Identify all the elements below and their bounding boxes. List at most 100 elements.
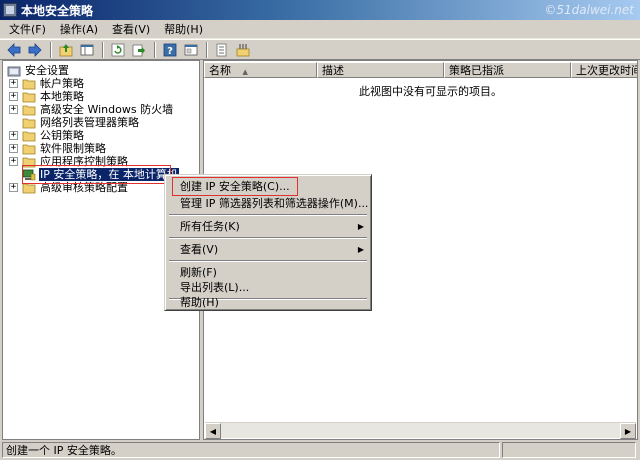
export-list-button[interactable]	[129, 41, 149, 59]
folder-icon	[22, 183, 36, 193]
up-folder-icon	[59, 43, 73, 56]
assign-policy-button[interactable]	[233, 41, 253, 59]
status-cell-empty	[502, 442, 636, 458]
scroll-left-icon[interactable]: ◀	[205, 423, 221, 439]
svg-text:?: ?	[167, 46, 173, 57]
status-text: 创建一个 IP 安全策略。	[2, 442, 500, 458]
expand-toggle[interactable]: +	[9, 79, 18, 88]
tree-item-local-policies[interactable]: + 本地策略	[9, 90, 85, 103]
column-header-last-modified[interactable]: 上次更改时间	[571, 62, 638, 78]
tree-item-advanced-firewall[interactable]: + 高级安全 Windows 防火墙	[9, 103, 174, 116]
ip-security-computer-icon	[22, 169, 36, 180]
horizontal-scrollbar[interactable]: ◀ ▶	[205, 422, 636, 439]
menu-item-label: 创建 IP 安全策略(C)...	[180, 180, 290, 193]
back-arrow-icon	[7, 42, 21, 57]
column-header-assigned[interactable]: 策略已指派	[444, 62, 571, 78]
tree-item-ip-security-policies[interactable]: IP 安全策略，在 本地计算机	[22, 168, 179, 181]
column-header-description[interactable]: 描述	[317, 62, 444, 78]
title-bar: 本地安全策略 ©51dalwei.net	[0, 0, 640, 20]
menu-item-create-ip-policy[interactable]: 创建 IP 安全策略(C)...	[168, 178, 368, 195]
column-header-label: 上次更改时间	[576, 64, 638, 77]
folder-icon	[22, 144, 36, 154]
watermark-text: ©51dalwei.net	[544, 3, 634, 17]
status-bar: 创建一个 IP 安全策略。	[0, 440, 640, 460]
tree-root-label: 安全设置	[25, 64, 69, 77]
folder-icon	[22, 118, 36, 128]
menu-item-help[interactable]: 帮助(H)	[168, 294, 368, 311]
help-icon: ?	[163, 43, 177, 57]
menu-separator	[169, 214, 367, 216]
refresh-button[interactable]	[108, 41, 128, 59]
expand-toggle[interactable]: +	[9, 144, 18, 153]
show-hide-tree-button[interactable]	[77, 41, 97, 59]
tree-item-label: 软件限制策略	[40, 142, 106, 155]
tree-item-account-policies[interactable]: + 帐户策略	[9, 77, 85, 90]
properties-icon	[184, 44, 198, 55]
export-list-icon	[132, 44, 145, 56]
menu-separator	[169, 237, 367, 239]
menu-view[interactable]: 查看(V)	[105, 21, 157, 38]
expand-toggle[interactable]: +	[9, 105, 18, 114]
menu-help[interactable]: 帮助(H)	[157, 21, 210, 38]
tree-item-label: 网络列表管理器策略	[40, 116, 139, 129]
tree-item-label: 帐户策略	[40, 77, 84, 90]
menu-bar: 文件(F) 操作(A) 查看(V) 帮助(H)	[0, 20, 640, 39]
menu-action[interactable]: 操作(A)	[53, 21, 105, 38]
menu-item-view[interactable]: 查看(V) ▶	[168, 241, 368, 258]
submenu-arrow-icon: ▶	[357, 245, 364, 254]
column-header-label: 策略已指派	[449, 64, 504, 77]
folder-icon	[22, 79, 36, 89]
menu-item-manage-filter-lists[interactable]: 管理 IP 筛选器列表和筛选器操作(M)...	[168, 195, 368, 212]
tree-item-advanced-audit[interactable]: + 高级审核策略配置	[9, 181, 129, 194]
assign-icon	[236, 43, 250, 56]
security-policy-app-icon	[3, 3, 17, 17]
tree-item-label: 公钥策略	[40, 129, 84, 142]
help-button[interactable]: ?	[160, 41, 180, 59]
menu-item-label: 所有任务(K)	[180, 220, 240, 233]
column-header-label: 名称	[209, 64, 231, 77]
scroll-right-icon[interactable]: ▶	[620, 423, 636, 439]
menu-file[interactable]: 文件(F)	[2, 21, 53, 38]
tree-item-public-key-policies[interactable]: + 公钥策略	[9, 129, 85, 142]
window-title: 本地安全策略	[21, 3, 94, 18]
menu-item-label: 帮助(H)	[180, 296, 219, 309]
sort-ascending-icon: ▲	[242, 68, 248, 76]
expand-toggle[interactable]: +	[9, 131, 18, 140]
menu-item-all-tasks[interactable]: 所有任务(K) ▶	[168, 218, 368, 235]
context-menu: 创建 IP 安全策略(C)... 管理 IP 筛选器列表和筛选器操作(M)...…	[164, 174, 372, 311]
toolbar-separator	[154, 41, 156, 58]
refresh-icon	[111, 43, 125, 56]
folder-icon	[22, 92, 36, 102]
tree-item-software-restriction[interactable]: + 软件限制策略	[9, 142, 107, 155]
empty-list-message: 此视图中没有可显示的项目。	[359, 85, 502, 98]
tree-item-label: 高级安全 Windows 防火墙	[40, 103, 174, 116]
folder-icon	[22, 157, 36, 167]
expand-toggle[interactable]: +	[9, 157, 18, 166]
show-hide-tree-icon	[80, 44, 94, 55]
menu-item-label: 管理 IP 筛选器列表和筛选器操作(M)...	[180, 197, 369, 210]
forward-button[interactable]	[25, 41, 45, 59]
toolbar-separator	[50, 41, 52, 58]
expand-toggle[interactable]: +	[9, 183, 18, 192]
tree-item-label: 应用程序控制策略	[40, 155, 128, 168]
column-header-name[interactable]: 名称 ▲	[204, 62, 317, 78]
new-policy-button[interactable]	[212, 41, 232, 59]
properties-button[interactable]	[181, 41, 201, 59]
forward-arrow-icon	[28, 42, 42, 57]
tree-item-app-control[interactable]: + 应用程序控制策略	[9, 155, 129, 168]
folder-icon	[22, 131, 36, 141]
up-one-level-button[interactable]	[56, 41, 76, 59]
menu-item-label: 导出列表(L)...	[180, 281, 250, 294]
expand-toggle[interactable]: +	[9, 92, 18, 101]
tree-item-label: 本地策略	[40, 90, 84, 103]
toolbar-separator	[206, 41, 208, 58]
toolbar: ?	[0, 39, 640, 60]
tree-root[interactable]: 安全设置	[7, 64, 70, 77]
menu-separator	[169, 260, 367, 262]
back-button[interactable]	[4, 41, 24, 59]
new-policy-icon	[216, 43, 227, 56]
folder-icon	[22, 105, 36, 115]
tree-item-network-list-manager[interactable]: 网络列表管理器策略	[22, 116, 140, 129]
menu-item-label: 刷新(F)	[180, 266, 217, 279]
tree-item-label: 高级审核策略配置	[40, 181, 128, 194]
